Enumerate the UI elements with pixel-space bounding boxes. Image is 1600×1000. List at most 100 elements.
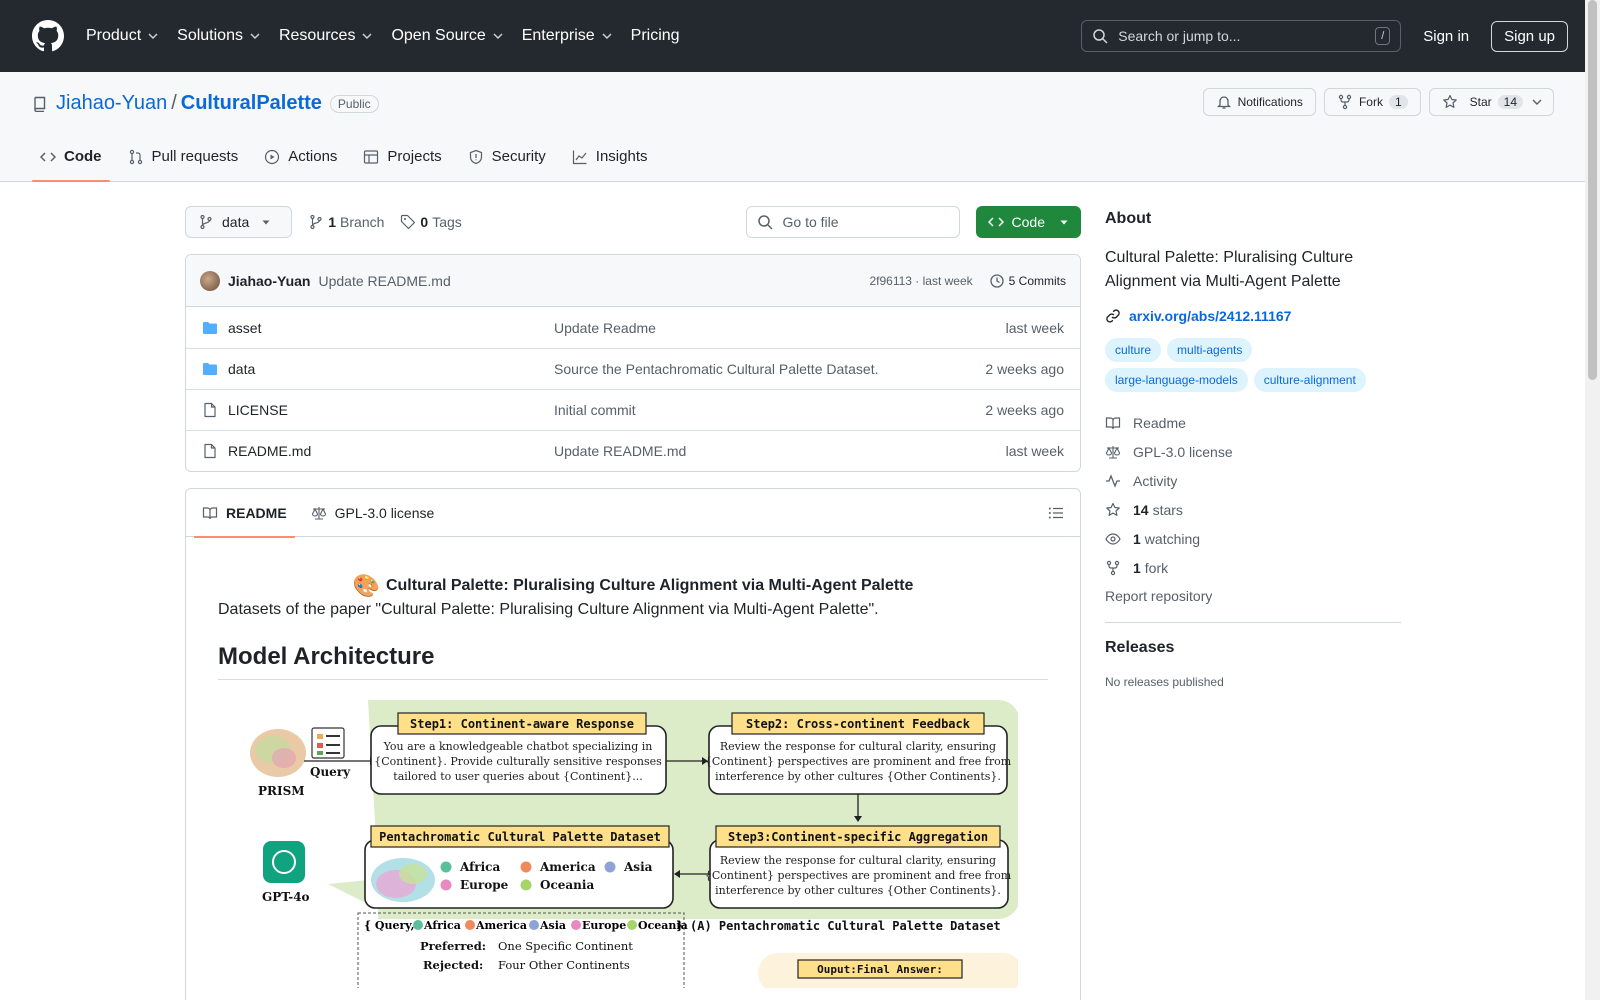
continent-dot	[571, 920, 581, 930]
commit-message-link[interactable]: Update README.md	[318, 273, 450, 289]
scrollbar-thumb[interactable]	[1588, 0, 1597, 380]
search-placeholder: Search or jump to...	[1118, 28, 1241, 44]
folder-icon	[203, 321, 217, 334]
avatar[interactable]	[200, 270, 220, 291]
license-link[interactable]: GPL-3.0 license	[1105, 437, 1401, 466]
sign-in-link[interactable]: Sign in	[1423, 28, 1469, 45]
tab-code[interactable]: Code	[32, 148, 110, 182]
nav-product[interactable]: Product	[86, 27, 159, 45]
repo-owner-link[interactable]: Jiahao-Yuan	[56, 92, 167, 115]
file-commit-message-link[interactable]: Source the Pentachromatic Cultural Palet…	[554, 361, 985, 377]
file-name-link[interactable]: LICENSE	[228, 402, 554, 418]
tab-license[interactable]: GPL-3.0 license	[303, 489, 443, 537]
continent-label: Asia	[539, 919, 566, 932]
file-commit-message-link[interactable]: Update Readme	[554, 320, 1006, 336]
file-name-link[interactable]: asset	[228, 320, 554, 336]
file-row[interactable]: data Source the Pentachromatic Cultural P…	[186, 348, 1080, 389]
tab-license-label: GPL-3.0 license	[334, 504, 435, 521]
commits-history-link[interactable]: 5 Commits	[989, 273, 1066, 289]
star-button[interactable]: Star 14	[1428, 88, 1554, 116]
file-name-link[interactable]: data	[228, 361, 554, 377]
license-link-label: GPL-3.0 license	[1133, 443, 1233, 460]
output-label: Ouput:Final Answer:	[817, 963, 943, 976]
nav-enterprise[interactable]: Enterprise	[522, 27, 613, 45]
nav-open-source[interactable]: Open Source	[391, 27, 503, 45]
prism-scatter-image	[250, 729, 306, 777]
branch-selector[interactable]: data	[185, 206, 293, 238]
gpt-label: GPT-4o	[262, 890, 310, 904]
continent-label: Europe	[582, 919, 626, 932]
continent-label: Africa	[459, 860, 500, 874]
tab-projects-label: Projects	[387, 148, 442, 165]
forks-link[interactable]: 1 fork	[1105, 553, 1401, 582]
global-search-input[interactable]: Search or jump to... /	[1081, 20, 1402, 52]
continent-dot	[465, 920, 475, 930]
stars-link[interactable]: 14 stars	[1105, 495, 1401, 524]
readme-link[interactable]: Readme	[1105, 408, 1401, 437]
nav-pricing[interactable]: Pricing	[631, 27, 680, 45]
tab-security[interactable]: Security	[460, 148, 554, 181]
report-repository-link[interactable]: Report repository	[1105, 588, 1401, 604]
watching-label: watching	[1144, 530, 1201, 547]
watchers-link[interactable]: 1 watching	[1105, 524, 1401, 553]
branch-name: data	[222, 214, 250, 230]
tab-readme[interactable]: README	[194, 489, 295, 538]
tags-link[interactable]: 0 Tags	[400, 214, 462, 230]
global-nav: Product Solutions Resources Open Source …	[86, 27, 698, 45]
file-row[interactable]: README.md Update README.md last week	[186, 430, 1080, 471]
go-to-file-placeholder: Go to file	[782, 214, 839, 230]
github-logo-icon[interactable]	[32, 20, 64, 52]
continent-label: America	[475, 919, 527, 932]
commit-author-link[interactable]: Jiahao-Yuan	[228, 273, 310, 289]
star-count: 14	[1497, 95, 1523, 109]
tab-actions[interactable]: Actions	[256, 148, 345, 181]
repo-name-link[interactable]: CulturalPalette	[181, 92, 322, 115]
dataset-label: Pentachromatic Cultural Palette Dataset	[379, 830, 661, 844]
releases-heading[interactable]: Releases	[1105, 639, 1401, 657]
branch-count: 1	[328, 214, 337, 230]
notifications-button[interactable]: Notifications	[1202, 88, 1316, 116]
sign-up-button[interactable]: Sign up	[1491, 20, 1568, 52]
dataset-scatter-image	[371, 858, 435, 902]
branches-link[interactable]: 1 Branch	[308, 214, 384, 230]
visibility-badge: Public	[329, 94, 379, 113]
file-commit-age: 2 weeks ago	[985, 402, 1064, 418]
file-row[interactable]: asset Update Readme last week	[186, 307, 1080, 348]
page-scrollbar[interactable]	[1585, 0, 1600, 1000]
chevron-down-icon	[362, 33, 372, 39]
fork-count: 1	[1388, 95, 1408, 109]
topic-tag[interactable]: culture	[1105, 338, 1162, 362]
folder-icon	[203, 363, 217, 375]
chevron-down-icon	[250, 33, 260, 39]
caret-down-icon	[1060, 220, 1068, 225]
nav-solutions[interactable]: Solutions	[177, 27, 261, 45]
file-icon	[204, 402, 216, 418]
nav-resources-label: Resources	[278, 27, 356, 44]
activity-link[interactable]: Activity	[1105, 466, 1401, 495]
fork-button[interactable]: Fork 1	[1323, 88, 1421, 116]
chevron-down-icon[interactable]	[1531, 96, 1543, 108]
graph-icon	[572, 150, 587, 164]
table-icon	[364, 149, 379, 164]
topic-tag[interactable]: multi-agents	[1167, 338, 1253, 362]
table-of-contents-icon[interactable]	[1048, 505, 1064, 521]
law-icon	[1105, 445, 1121, 459]
go-to-file-input[interactable]: Go to file	[745, 206, 960, 238]
file-commit-message-link[interactable]: Initial commit	[554, 402, 985, 418]
topic-tag[interactable]: culture-alignment	[1253, 368, 1366, 392]
nav-resources[interactable]: Resources	[279, 27, 373, 45]
readme-tabs: README GPL-3.0 license	[186, 489, 1080, 538]
topic-tag[interactable]: large-language-models	[1105, 368, 1248, 392]
tab-pull-requests[interactable]: Pull requests	[120, 148, 247, 181]
tab-insights[interactable]: Insights	[564, 148, 656, 181]
file-commit-message-link[interactable]: Update README.md	[554, 443, 1006, 459]
file-name-link[interactable]: README.md	[228, 443, 554, 459]
prism-label: PRISM	[258, 784, 305, 798]
code-dropdown-button[interactable]: Code	[975, 206, 1081, 238]
caret-down-icon	[262, 220, 270, 225]
commit-sha-time[interactable]: 2f96113 · last week	[869, 274, 972, 288]
homepage-link[interactable]: arxiv.org/abs/2412.11167	[1105, 308, 1401, 324]
legend-open: { Query,	[364, 919, 414, 932]
file-row[interactable]: LICENSE Initial commit 2 weeks ago	[186, 389, 1080, 430]
tab-projects[interactable]: Projects	[355, 148, 449, 181]
